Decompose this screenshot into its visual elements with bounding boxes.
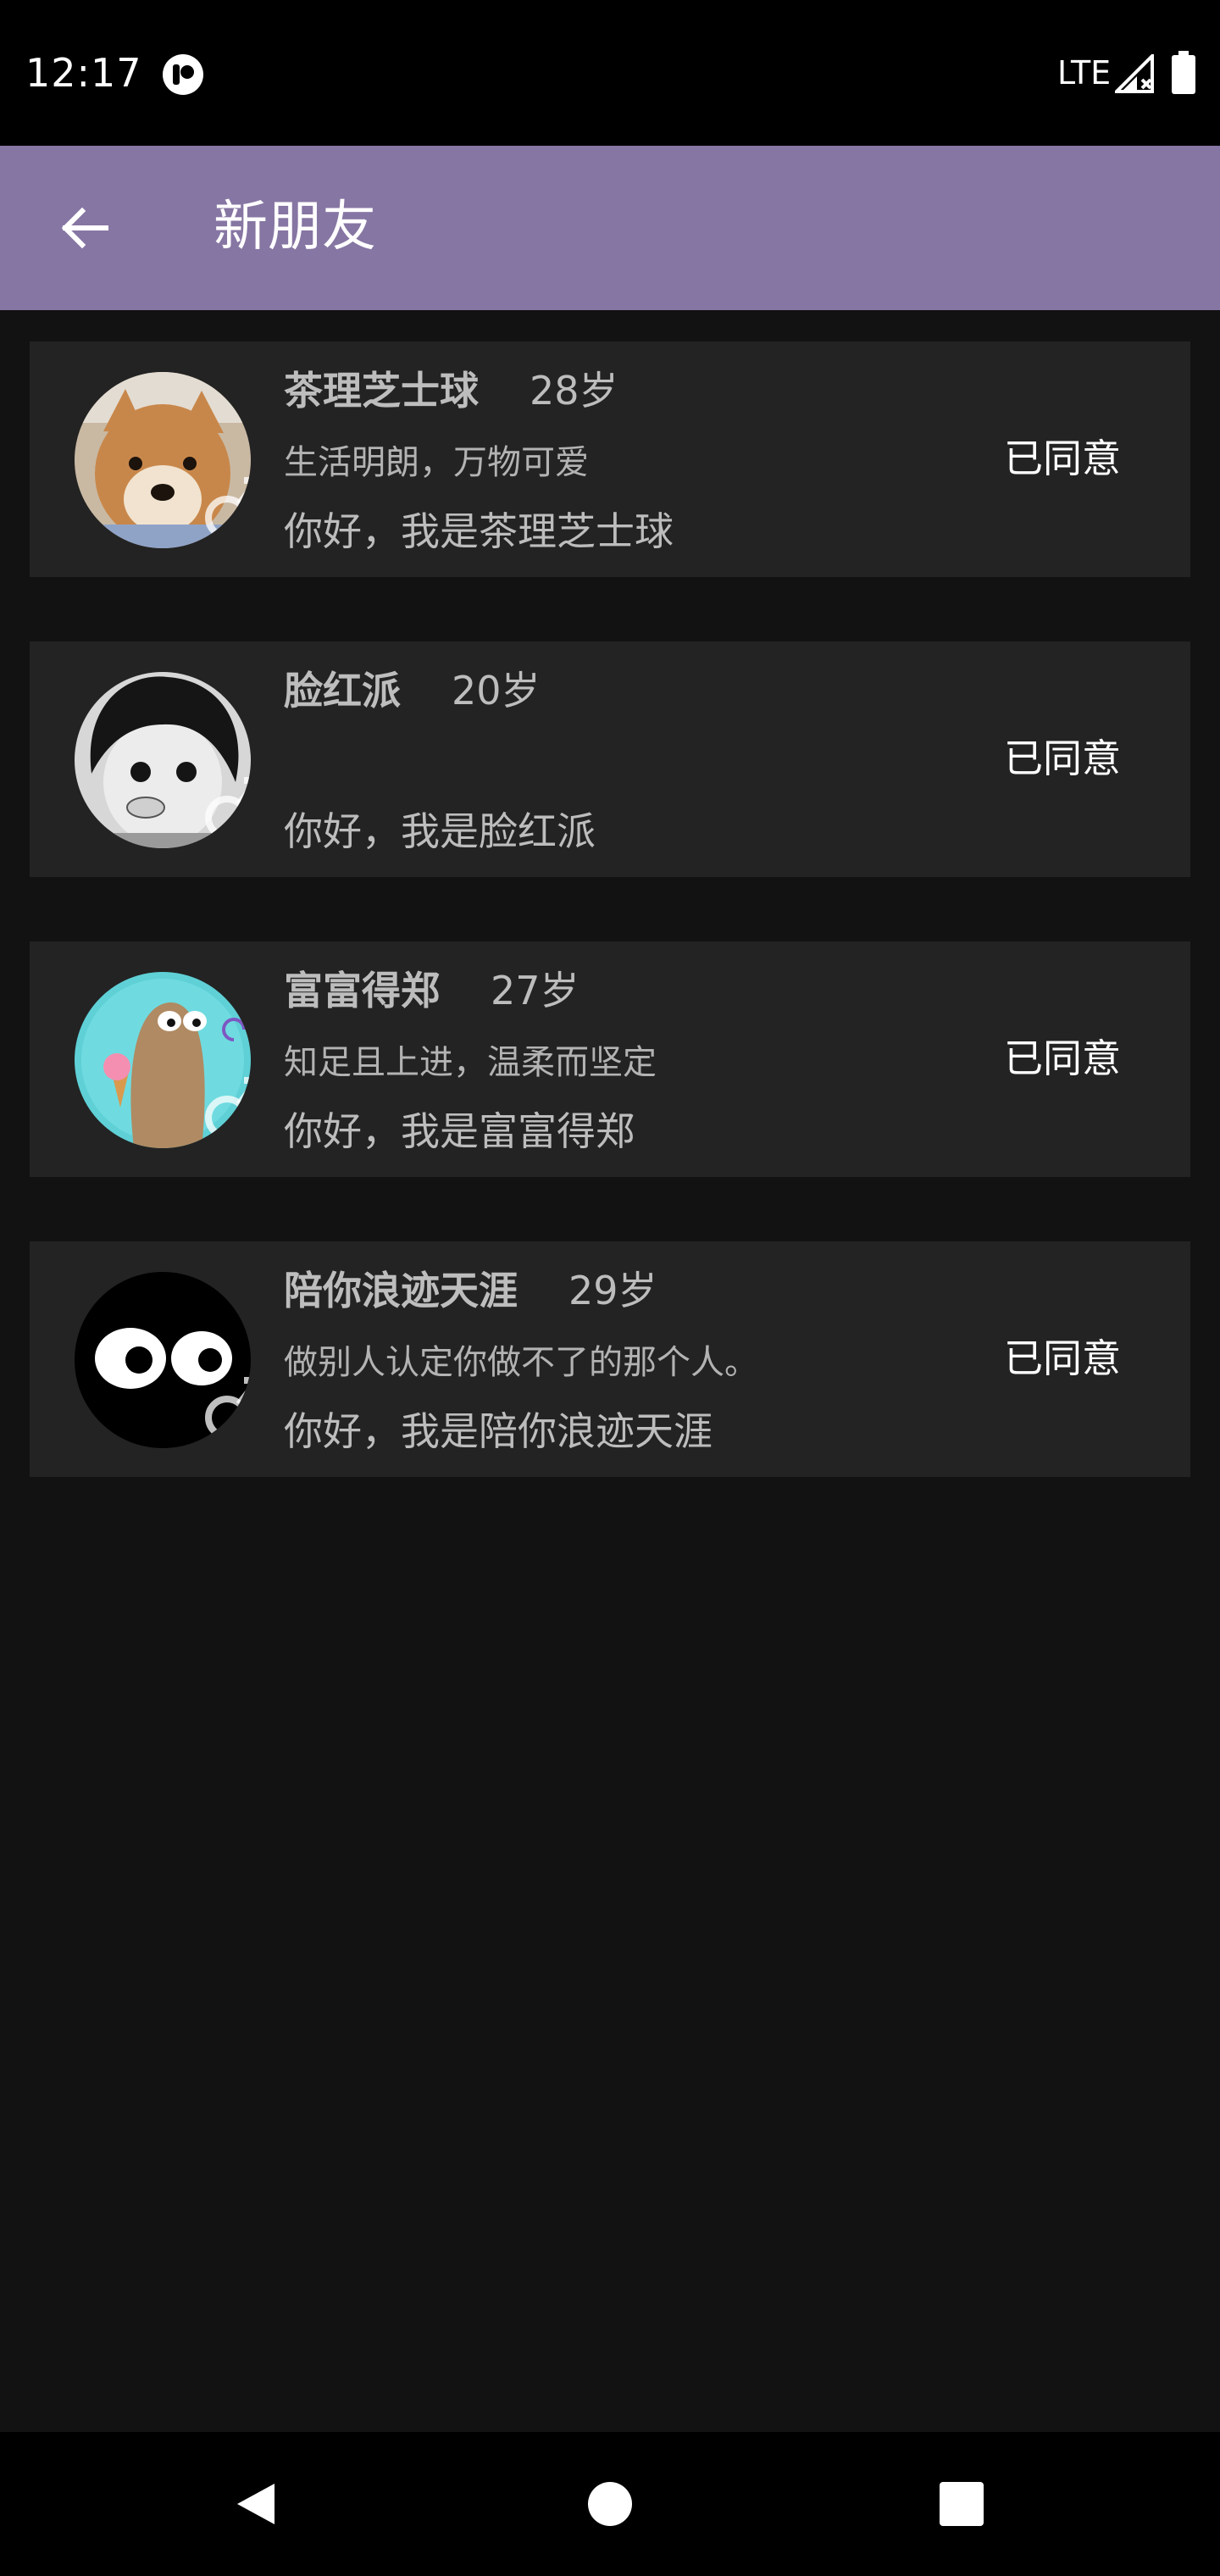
nav-recents-button[interactable]	[923, 2466, 1000, 2542]
male-icon	[202, 465, 251, 547]
page-title: 新朋友	[214, 196, 376, 258]
friend-list-item[interactable]: 脸红派 20岁 你好，我是脸红派 已同意	[30, 641, 1190, 877]
male-icon	[202, 1365, 251, 1446]
friend-name: 富富得郑 27岁	[284, 958, 580, 1023]
friend-list-item[interactable]: 陪你浪迹天涯 29岁 做别人认定你做不了的那个人。 你好，我是陪你浪迹天涯 已同意	[30, 1241, 1190, 1477]
back-button[interactable]	[46, 190, 122, 266]
request-status: 已同意	[1004, 1035, 1121, 1081]
avatar[interactable]	[75, 1272, 251, 1448]
friend-signature: 知足且上进，温柔而坚定	[284, 1043, 657, 1082]
friend-age: 27岁	[491, 968, 580, 1013]
nav-back-icon	[237, 2484, 274, 2524]
request-status: 已同意	[1004, 436, 1121, 481]
nav-recents-icon	[940, 2482, 984, 2526]
new-friends-screen: 12:17 LTE 新朋友 茶理芝士球 28岁 生活明朗，万物可爱 你好，我是茶…	[0, 0, 1220, 2576]
friend-list-item[interactable]: 富富得郑 27岁 知足且上进，温柔而坚定 你好，我是富富得郑 已同意	[30, 941, 1190, 1177]
friend-age: 29岁	[568, 1268, 657, 1313]
status-time: 12:17	[25, 50, 142, 96]
arrow-left-icon	[61, 207, 108, 249]
friend-age: 20岁	[452, 668, 541, 713]
friend-signature: 做别人认定你做不了的那个人。	[284, 1343, 758, 1382]
friend-name: 脸红派 20岁	[284, 658, 541, 723]
friend-age: 28岁	[530, 368, 618, 414]
avatar[interactable]	[75, 372, 251, 548]
network-type-label: LTE	[1057, 54, 1112, 92]
friend-greeting: 你好，我是脸红派	[284, 808, 596, 854]
request-status: 已同意	[1004, 1335, 1121, 1381]
avatar[interactable]	[75, 672, 251, 848]
friend-name: 茶理芝士球 28岁	[284, 358, 618, 423]
nav-home-button[interactable]	[572, 2466, 648, 2542]
male-icon	[202, 1065, 251, 1146]
friend-name: 陪你浪迹天涯 29岁	[284, 1258, 657, 1323]
friend-signature: 生活明朗，万物可爱	[284, 443, 589, 482]
nav-home-icon	[588, 2482, 632, 2526]
friend-name-text: 脸红派	[284, 668, 401, 713]
friend-greeting: 你好，我是富富得郑	[284, 1108, 635, 1154]
signal-icon	[1112, 52, 1154, 93]
status-bar: 12:17 LTE	[0, 0, 1220, 146]
avatar[interactable]	[75, 972, 251, 1148]
friend-name-text: 陪你浪迹天涯	[284, 1268, 518, 1313]
nav-back-button[interactable]	[218, 2466, 294, 2542]
male-icon	[202, 765, 251, 847]
request-status: 已同意	[1004, 736, 1121, 781]
friend-name-text: 茶理芝士球	[284, 368, 479, 414]
system-navigation-bar	[0, 2432, 1220, 2576]
friend-list-item[interactable]: 茶理芝士球 28岁 生活明朗，万物可爱 你好，我是茶理芝士球 已同意	[30, 341, 1190, 577]
friend-name-text: 富富得郑	[284, 968, 440, 1013]
battery-icon	[1171, 51, 1196, 95]
notification-icon	[161, 53, 205, 97]
friend-greeting: 你好，我是陪你浪迹天涯	[284, 1408, 713, 1454]
app-bar: 新朋友	[0, 146, 1220, 310]
friend-greeting: 你好，我是茶理芝士球	[284, 508, 674, 554]
